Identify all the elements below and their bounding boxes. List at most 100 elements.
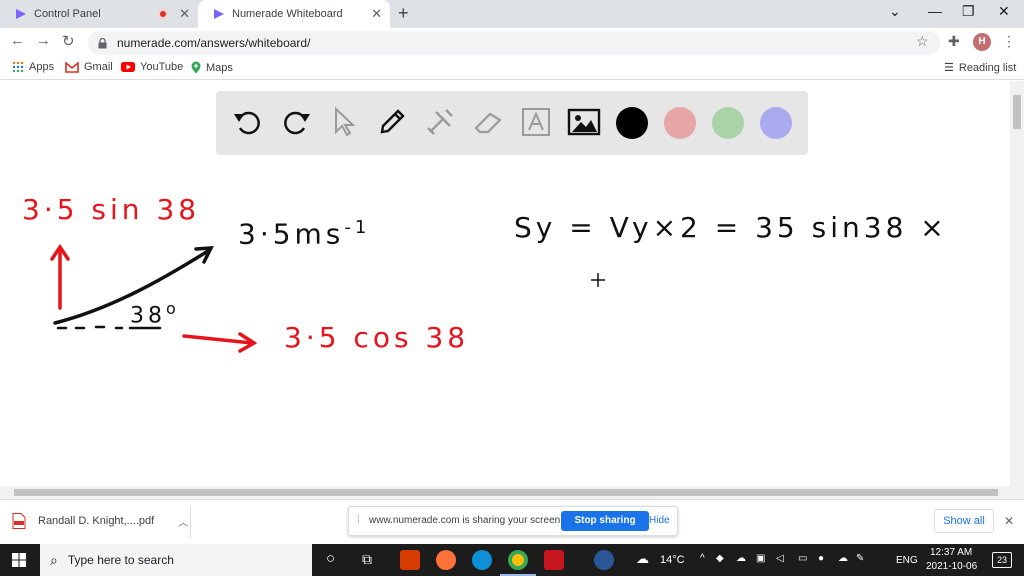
bookmark-label: YouTube (140, 61, 184, 73)
ink-sin-component: 3·5 sin 38 (22, 193, 201, 226)
bookmark-star-icon[interactable]: ☆ (916, 33, 929, 50)
windows-taskbar: ⌕ Type here to search ○ ⧉ ☁ 14°C ^ ◆ ☁ ▣… (0, 544, 1024, 576)
pdf-file-icon (12, 513, 26, 529)
network-icon[interactable]: ▣ (756, 553, 765, 564)
screen-sharing-bar: ⁞ www.numerade.com is sharing your scree… (348, 506, 678, 536)
close-icon[interactable]: ✕ (179, 6, 190, 22)
horizontal-scrollbar[interactable] (0, 486, 1024, 499)
ink-angle: 38o (130, 299, 180, 328)
cortana-icon[interactable]: ○ (326, 550, 335, 567)
bookmark-apps[interactable]: Apps (12, 61, 54, 73)
whiteboard-canvas[interactable]: 3·5 sin 38 3·5ms-1 38o 3·5 cos 38 Sy = V… (0, 81, 1010, 486)
firefox-app-icon[interactable] (436, 550, 456, 570)
acrobat-app-icon[interactable] (544, 550, 564, 570)
youtube-icon (121, 62, 135, 72)
new-tab-icon[interactable]: + (398, 3, 409, 24)
close-shelf-icon[interactable]: ✕ (1004, 514, 1014, 528)
minimize-icon[interactable]: — (928, 3, 942, 19)
search-icon: ⌕ (50, 551, 58, 568)
browser-toolbar: ← → ↻ numerade.com/answers/whiteboard/ ☆… (0, 28, 1024, 56)
forward-icon[interactable]: → (36, 32, 51, 49)
bookmark-gmail[interactable]: Gmail (65, 61, 113, 73)
apps-grid-icon (12, 61, 24, 73)
lock-icon (98, 37, 107, 48)
mic-icon[interactable]: ● (818, 553, 824, 564)
vertical-scrollbar[interactable] (1010, 81, 1024, 486)
reading-list-button[interactable]: ☰ Reading list (944, 61, 1017, 75)
restore-icon[interactable]: ❐ (962, 3, 975, 20)
cloud-icon[interactable]: ☁ (838, 553, 848, 564)
onedrive-icon[interactable]: ☁ (736, 553, 746, 564)
volume-icon[interactable]: ◁ (776, 553, 784, 564)
windows-start-icon[interactable] (12, 553, 26, 567)
hide-sharing-button[interactable]: Hide (649, 515, 670, 526)
help-app-icon[interactable] (594, 550, 614, 570)
tab-control-panel[interactable]: Control Panel ✕ (0, 0, 198, 28)
dropbox-icon[interactable]: ◆ (716, 553, 724, 564)
weather-icon[interactable]: ☁ (636, 551, 649, 567)
chevron-up-icon[interactable]: ︿ (178, 514, 188, 529)
tab-title: Numerade Whiteboard (232, 8, 343, 20)
download-item[interactable]: Randall D. Knight,....pdf ︿ (12, 513, 188, 529)
recording-icon (158, 9, 168, 19)
office-app-icon[interactable] (400, 550, 420, 570)
crosshair-cursor-icon (591, 273, 605, 287)
task-view-icon[interactable]: ⧉ (362, 551, 372, 568)
tab-search-icon[interactable]: ⌄ (889, 3, 901, 20)
scrollbar-thumb[interactable] (14, 489, 998, 496)
tab-numerade-whiteboard[interactable]: Numerade Whiteboard ✕ (198, 0, 390, 28)
drag-handle-icon[interactable]: ⁞ (357, 514, 360, 526)
back-icon[interactable]: ← (10, 32, 25, 49)
ink-arrow-right (182, 332, 258, 353)
url-text: numerade.com/answers/whiteboard/ (117, 36, 311, 50)
profile-avatar[interactable]: H (973, 33, 991, 51)
ink-equation: Sy = Vy×2 = 35 sin38 × (514, 211, 948, 244)
reading-list-label: Reading list (958, 61, 1017, 74)
scrollbar-thumb[interactable] (1013, 95, 1021, 129)
extensions-icon[interactable]: ✚ (948, 33, 960, 50)
search-placeholder: Type here to search (67, 553, 174, 567)
close-window-icon[interactable]: ✕ (998, 3, 1010, 20)
ink-strokes (50, 243, 605, 353)
download-filename: Randall D. Knight,....pdf (38, 515, 155, 527)
stop-sharing-button[interactable]: Stop sharing (561, 511, 649, 531)
tab-strip: Control Panel ✕ Numerade Whiteboard ✕ + … (0, 0, 1024, 28)
reading-list-icon: ☰ (944, 62, 954, 74)
bookmark-youtube[interactable]: YouTube (121, 61, 183, 73)
clock-date[interactable]: 2021-10-06 (926, 561, 977, 572)
pen-tray-icon[interactable]: ✎ (856, 553, 864, 564)
clock-time[interactable]: 12:37 AM (930, 547, 972, 558)
taskbar-search-box[interactable]: ⌕ Type here to search (40, 544, 312, 576)
weather-temp[interactable]: 14°C (660, 554, 685, 566)
show-all-downloads-button[interactable]: Show all (934, 509, 994, 533)
bookmark-maps[interactable]: Maps (191, 61, 233, 74)
tab-title: Control Panel (34, 8, 101, 20)
battery-icon[interactable]: ▭ (798, 553, 807, 564)
numerade-logo-icon (214, 9, 224, 19)
bookmarks-bar: Apps Gmail YouTube Maps ☰ Reading list (0, 56, 1024, 80)
ink-angle-value: 38 (130, 303, 166, 329)
chrome-app-icon[interactable] (508, 550, 528, 570)
ink-velocity: 3·5ms-1 (238, 217, 370, 250)
tray-chevron-icon[interactable]: ^ (700, 553, 705, 564)
shelf-divider (190, 506, 191, 538)
menu-icon[interactable]: ⋮ (1002, 33, 1016, 50)
reload-icon[interactable]: ↻ (62, 32, 75, 50)
ink-angle-degree: o (166, 299, 180, 318)
language-indicator[interactable]: ENG (896, 555, 918, 566)
edge-app-icon[interactable] (472, 550, 492, 570)
address-bar[interactable]: numerade.com/answers/whiteboard/ (88, 31, 940, 55)
bookmark-label: Apps (29, 61, 55, 73)
gmail-icon (65, 61, 79, 73)
maps-pin-icon (191, 61, 201, 74)
bookmark-label: Gmail (84, 61, 113, 73)
ink-arrow-up (50, 243, 70, 310)
notifications-badge[interactable]: 23 (992, 552, 1012, 568)
ink-cos-component: 3·5 cos 38 (284, 321, 470, 354)
sharing-message: www.numerade.com is sharing your screen. (369, 515, 563, 526)
bookmark-label: Maps (206, 61, 233, 74)
numerade-logo-icon (16, 9, 26, 19)
ink-velocity-value: 3·5ms (238, 217, 345, 251)
close-icon[interactable]: ✕ (371, 6, 382, 22)
ink-velocity-exponent: -1 (344, 217, 371, 238)
